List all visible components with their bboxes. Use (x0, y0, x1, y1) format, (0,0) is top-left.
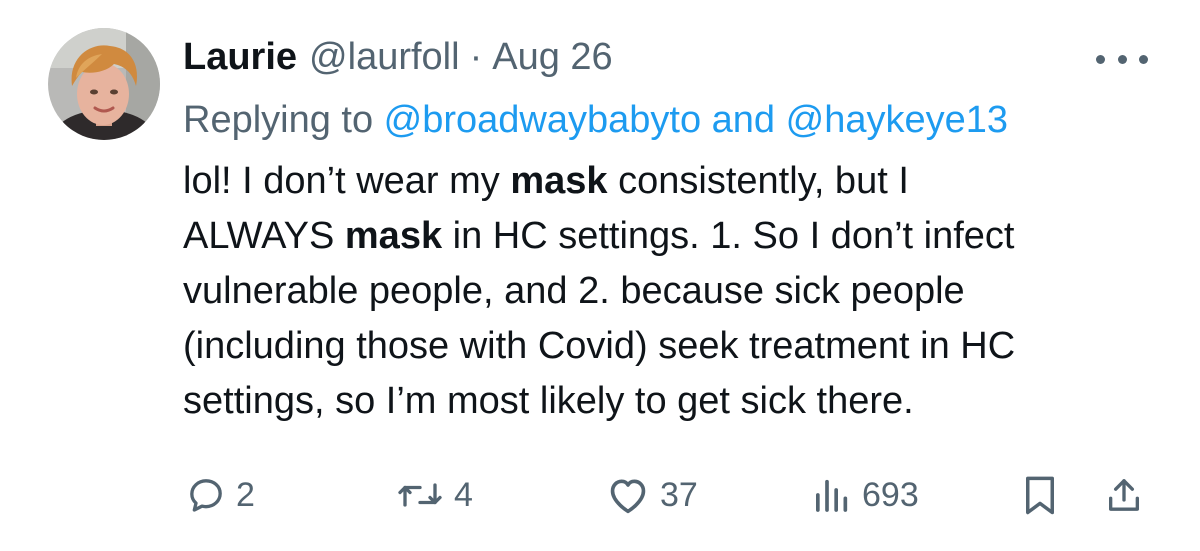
share-button[interactable] (1104, 468, 1144, 522)
text-segment: consistently, but I (607, 160, 909, 202)
action-bar: 2 4 37 693 (0, 468, 1200, 522)
display-name[interactable]: Laurie (183, 32, 297, 82)
avatar-image (48, 28, 160, 140)
text-segment: vulnerable people, and 2. because sick p… (183, 270, 965, 312)
repost-button[interactable]: 4 (396, 468, 473, 522)
more-dot (1117, 54, 1127, 64)
replying-to: Replying to @broadwaybabyto and @haykeye… (183, 95, 1008, 145)
repost-icon (398, 483, 442, 507)
reply-button[interactable]: 2 (186, 468, 255, 522)
more-icon[interactable] (1096, 44, 1148, 74)
more-dot (1139, 54, 1148, 64)
views-button[interactable]: 693 (812, 468, 919, 522)
more-dot (1096, 54, 1105, 64)
text-segment: settings, so I’m most likely to get sick… (183, 380, 914, 422)
tweet-text-line: (including those with Covid) seek treatm… (183, 319, 1173, 374)
avatar[interactable] (48, 28, 160, 140)
tweet[interactable]: Laurie @laurfoll · Aug 26 Replying to @b… (0, 0, 1200, 551)
tweet-date[interactable]: Aug 26 (492, 32, 612, 82)
share-icon (1109, 479, 1139, 511)
tweet-text-line: vulnerable people, and 2. because sick p… (183, 264, 1173, 319)
tweet-header: Laurie @laurfoll · Aug 26 (183, 32, 613, 82)
highlighted-term: mask (510, 160, 608, 202)
reply-count: 2 (236, 475, 255, 514)
text-segment: (including those with Covid) seek treatm… (183, 325, 1016, 367)
highlighted-term: mask (344, 215, 443, 257)
heart-icon (610, 479, 646, 514)
mention-haykeye13[interactable]: @haykeye13 (786, 99, 1008, 141)
mention-conjunction[interactable]: and (701, 99, 786, 141)
tweet-text-line: settings, so I’m most likely to get sick… (183, 374, 1173, 429)
text-segment: ALWAYS (183, 215, 345, 257)
reply-icon (190, 479, 222, 512)
repost-count: 4 (454, 475, 473, 514)
views-count: 693 (862, 475, 919, 514)
mention-broadwaybabyto[interactable]: @broadwaybabyto (384, 99, 701, 141)
user-handle[interactable]: @laurfoll (309, 32, 460, 82)
replying-to-label: Replying to (183, 99, 384, 141)
tweet-text: lol! I don’t wear my mask consistently, … (183, 154, 1173, 429)
text-segment: lol! I don’t wear my (183, 160, 511, 202)
text-segment: in HC settings. 1. So I don’t infect (442, 215, 1015, 257)
like-button[interactable]: 37 (606, 468, 698, 522)
views-icon (816, 479, 848, 512)
tweet-text-line: lol! I don’t wear my mask consistently, … (183, 154, 1173, 209)
tweet-text-line: ALWAYS mask in HC settings. 1. So I don’… (183, 209, 1173, 264)
bookmark-button[interactable] (1022, 468, 1058, 522)
separator-dot: · (469, 36, 483, 78)
like-count: 37 (660, 475, 698, 514)
bookmark-icon (1026, 476, 1054, 515)
